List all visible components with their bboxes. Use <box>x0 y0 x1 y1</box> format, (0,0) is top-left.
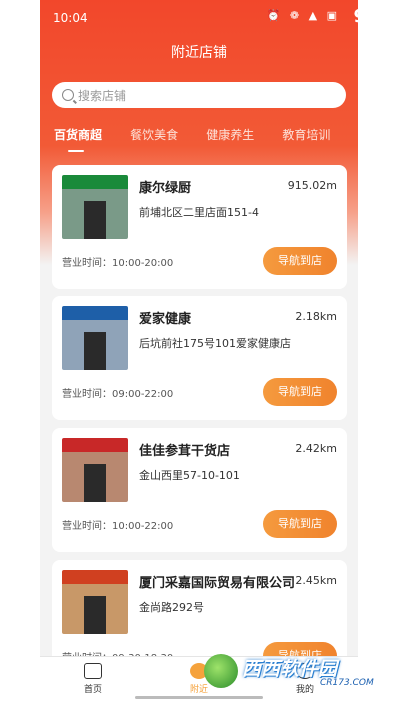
search-icon <box>62 89 74 101</box>
store-sign <box>62 570 128 584</box>
watermark-text: 西西软件园 <box>242 658 338 680</box>
navigate-button[interactable]: 导航到店 <box>263 247 337 275</box>
store-hours: 营业时间：10:00-22:00 <box>62 521 174 532</box>
store-sign <box>62 175 128 189</box>
store-card[interactable]: 爱家健康 2.18km 后坑前社175号101爱家健康店 营业时间：09:00-… <box>52 296 347 420</box>
store-address: 后坑前社175号101爱家健康店 <box>139 337 291 350</box>
home-indicator <box>135 696 263 699</box>
tabbar-home-label: 首页 <box>83 685 102 695</box>
store-address: 前埔北区二里店面151-4 <box>139 206 259 219</box>
store-address: 金尚路292号 <box>139 601 204 614</box>
store-sign <box>62 306 128 320</box>
store-hours: 营业时间：10:00-20:00 <box>62 258 174 269</box>
store-distance: 2.18km <box>295 310 337 323</box>
store-hours: 营业时间：09:00-22:00 <box>62 389 174 400</box>
status-bar: 10:04 ⏰ ❁ ▲ ▣ 9 <box>40 0 358 34</box>
battery-level: 9 <box>353 6 358 27</box>
store-photo <box>62 570 128 634</box>
tab-health[interactable]: 健康养生 <box>206 126 254 143</box>
phone-screen: 10:04 ⏰ ❁ ▲ ▣ 9 附近店铺 搜索店铺 百货商超 餐饮美食 健康养生… <box>40 0 358 701</box>
page-title: 附近店铺 <box>171 45 227 61</box>
store-card[interactable]: 康尔绿厨 915.02m 前埔北区二里店面151-4 营业时间：10:00-20… <box>52 165 347 289</box>
home-icon <box>84 663 102 679</box>
status-icons: ⏰ ❁ ▲ ▣ <box>266 9 340 22</box>
store-name: 康尔绿厨 <box>139 181 192 196</box>
navigate-button[interactable]: 导航到店 <box>263 510 337 538</box>
store-sign <box>62 438 128 452</box>
tab-department-store[interactable]: 百货商超 <box>54 126 102 152</box>
category-tabs: 百货商超 餐饮美食 健康养生 教育培训 美 <box>54 124 358 154</box>
store-photo <box>62 438 128 502</box>
store-door <box>84 596 106 634</box>
tab-food[interactable]: 餐饮美食 <box>130 126 178 143</box>
store-name: 爱家健康 <box>139 312 192 327</box>
search-placeholder: 搜索店铺 <box>78 88 127 103</box>
tabbar-home[interactable]: 首页 <box>63 663 123 695</box>
store-name: 佳佳参茸干货店 <box>139 444 231 459</box>
store-door <box>84 332 106 370</box>
store-distance: 2.45km <box>295 574 337 587</box>
store-door <box>84 201 106 239</box>
store-photo <box>62 306 128 370</box>
watermark-logo-icon <box>204 654 238 688</box>
store-distance: 915.02m <box>287 179 337 192</box>
search-input[interactable]: 搜索店铺 <box>52 82 346 108</box>
status-time: 10:04 <box>53 11 88 25</box>
store-name: 厦门采嘉国际贸易有限公司 <box>139 576 296 591</box>
navigate-button[interactable]: 导航到店 <box>263 378 337 406</box>
store-address: 金山西里57-10-101 <box>139 469 240 482</box>
tab-education[interactable]: 教育培训 <box>282 126 330 143</box>
store-photo <box>62 175 128 239</box>
store-card[interactable]: 佳佳参茸干货店 2.42km 金山西里57-10-101 营业时间：10:00-… <box>52 428 347 552</box>
store-door <box>84 464 106 502</box>
watermark: 西西软件园 CR173.COM <box>200 652 400 694</box>
store-distance: 2.42km <box>295 442 337 455</box>
watermark-url: CR173.COM <box>320 678 374 688</box>
